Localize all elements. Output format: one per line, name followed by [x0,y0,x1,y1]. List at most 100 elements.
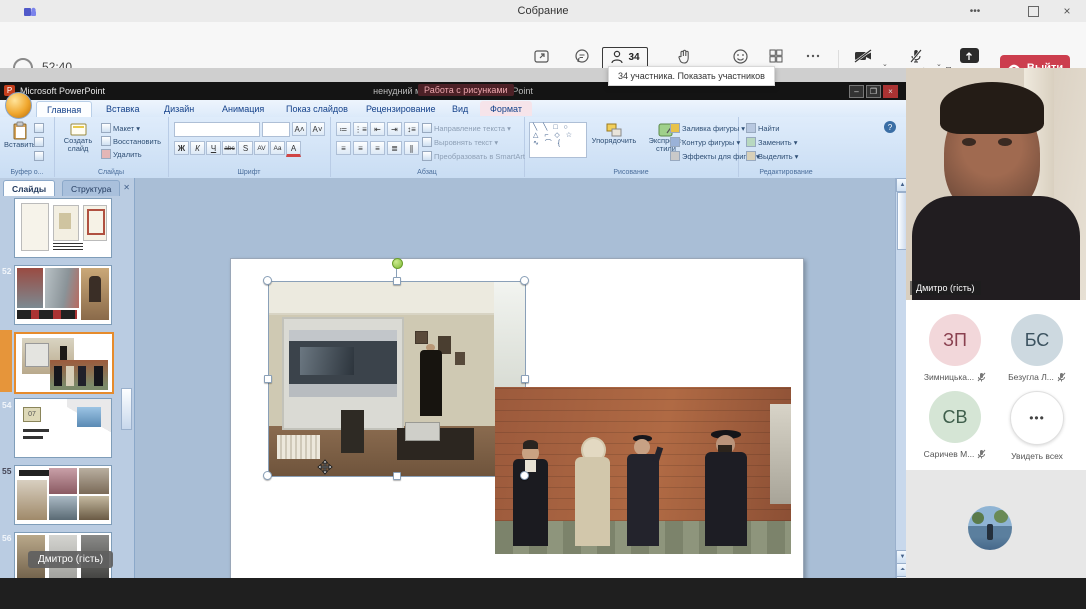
person-figure [627,454,660,546]
slide-thumbnail-53[interactable] [14,265,112,325]
tab-outline[interactable]: Структура [62,180,120,196]
text-direction-button[interactable]: Направление текста ▾ [422,123,525,133]
office-button[interactable] [5,92,32,119]
align-buttons[interactable]: ≡≡≡≣∥ [336,141,420,155]
paragraph-right: Направление текста ▾ Выровнять текст ▾ П… [422,123,525,161]
slide-thumbnail-56[interactable] [14,465,112,525]
char-spacing-button[interactable]: AV [254,141,269,155]
slide-canvas[interactable] [230,258,804,578]
delete-button[interactable]: Удалить [101,149,161,159]
selection-handle[interactable] [263,276,272,285]
text-shadow-button[interactable]: S [238,141,253,155]
person-head [634,439,650,456]
rotation-handle[interactable] [392,258,403,269]
font-size-combobox[interactable] [262,122,290,137]
ribbon-tab-slideshow[interactable]: Показ слайдов [276,101,358,116]
participant-avatar[interactable]: СВ [929,391,981,443]
bold-button[interactable]: Ж [174,141,189,155]
slide-image-room[interactable] [268,281,526,477]
see-all-icon[interactable]: ••• [1010,391,1064,445]
find-button[interactable]: Найти [746,123,798,133]
close-button[interactable]: × [1060,4,1074,18]
tab-slides[interactable]: Слайды [3,180,55,196]
scroll-up-icon: ▲ [896,178,906,192]
react-icon [732,48,749,65]
select-button[interactable]: Выделить ▾ [746,151,798,161]
slide-thumbnail-52[interactable] [14,198,112,258]
participants-grid: ЗП Зимницька... БС Безугла Л... СВ Сарич… [906,300,1086,470]
selection-handle[interactable] [520,276,529,285]
ribbon-tab-review[interactable]: Рецензирование [356,101,446,116]
camera-off-icon [853,48,873,64]
person-figure [420,350,442,416]
shrink-font-button[interactable]: A˅ [310,122,325,136]
ribbon-tab-insert[interactable]: Вставка [96,101,149,116]
ppt-window-controls: – ❐ × [847,85,898,98]
participant-avatar[interactable]: БС [1011,314,1063,366]
selection-handle[interactable] [521,375,529,383]
see-all-button[interactable]: ••• Увидеть всех [998,391,1076,461]
panel-close-icon[interactable]: ✕ [123,183,130,192]
strikethrough-button[interactable]: abc [222,141,237,155]
copy-icon [34,137,44,147]
list-buttons[interactable]: ≔⋮≡⇤⇥↕≡ [336,122,420,136]
italic-button[interactable]: К [190,141,205,155]
font-row1: A˄ A˅ [174,122,326,137]
slide-thumbnail-55[interactable]: 07 [14,398,112,458]
change-case-button[interactable]: Aa [270,141,285,155]
mic-off-icon [1057,372,1066,382]
arrange-button[interactable]: Упорядочить [590,123,638,145]
slide-scrollbar[interactable]: ▲ ▼ ⏶ ⏷ [895,178,906,578]
participant-card[interactable]: ЗП Зимницька... [916,314,994,382]
thumb-number: 52 [2,266,13,276]
selection-handle[interactable] [393,472,401,480]
slide-thumbnail-54-selected[interactable] [14,332,114,394]
ribbon-tab-home[interactable]: Главная [36,101,92,117]
new-slide-button[interactable]: Создать слайд [59,122,97,153]
person-figure [575,457,611,546]
ppt-minimize-button[interactable]: – [849,85,864,98]
clipboard-small-buttons[interactable] [34,123,44,161]
panel-scrollbar-thumb[interactable] [121,388,132,430]
ppt-restore-button[interactable]: ❐ [866,85,881,98]
indent-dec-icon: ⇤ [370,122,385,136]
participant-video[interactable]: Дмитро (гість) [906,68,1086,300]
ribbon-tab-design[interactable]: Дизайн [154,101,204,116]
help-icon[interactable]: ? [884,121,896,133]
camera-chevron-icon[interactable]: ⌄ [882,60,888,68]
scroll-down-icon: ▼ [896,550,906,564]
participant-card[interactable]: БС Безугла Л... [998,314,1076,382]
replace-button[interactable]: Заменить ▾ [746,137,798,147]
ppt-close-button[interactable]: × [883,85,898,98]
selection-handle[interactable] [520,471,529,480]
reset-button[interactable]: Восстановить [101,136,161,146]
slide-image-people[interactable] [495,387,791,554]
shapes-gallery[interactable]: ╲ ╲ □ ○ △ ⌐ ◇ ☆ ∿ ⌒ { [529,122,587,158]
taskbar: T Z T 6 cm of snow Fri ⌃ УКР 10:3708.02.… [0,578,1086,609]
align-right-icon: ≡ [370,141,385,155]
layout-button[interactable]: Макет ▾ [101,123,161,133]
align-text-button[interactable]: Выровнять текст ▾ [422,137,525,147]
window-more-icon[interactable]: ••• [968,4,982,18]
video-person-hair [940,82,1044,134]
maximize-button[interactable] [1028,6,1039,17]
participant-avatar[interactable]: ЗП [929,314,981,366]
underline-button[interactable]: Ч [206,141,221,155]
font-name-combobox[interactable] [174,122,260,137]
selection-handle[interactable] [263,471,272,480]
mic-chevron-icon[interactable]: ⌄ [936,60,942,68]
smartart-button[interactable]: Преобразовать в SmartArt [422,151,525,161]
font-color-button[interactable]: A [286,141,301,157]
editing-buttons: Найти Заменить ▾ Выделить ▾ [746,123,798,161]
participant-card[interactable]: СВ Саричев М... [916,391,994,459]
paste-button[interactable]: Вставить [4,121,36,149]
ribbon-tab-view[interactable]: Вид [442,101,478,116]
user-avatar[interactable] [968,506,1012,550]
grow-font-button[interactable]: A˄ [292,122,307,136]
scrollbar-thumb[interactable] [897,192,906,250]
cut-icon [34,123,44,133]
ribbon-tab-animation[interactable]: Анимация [212,101,274,116]
ribbon-tab-format[interactable]: Формат [480,101,532,116]
selection-handle[interactable] [393,277,401,285]
selection-handle[interactable] [264,375,272,383]
